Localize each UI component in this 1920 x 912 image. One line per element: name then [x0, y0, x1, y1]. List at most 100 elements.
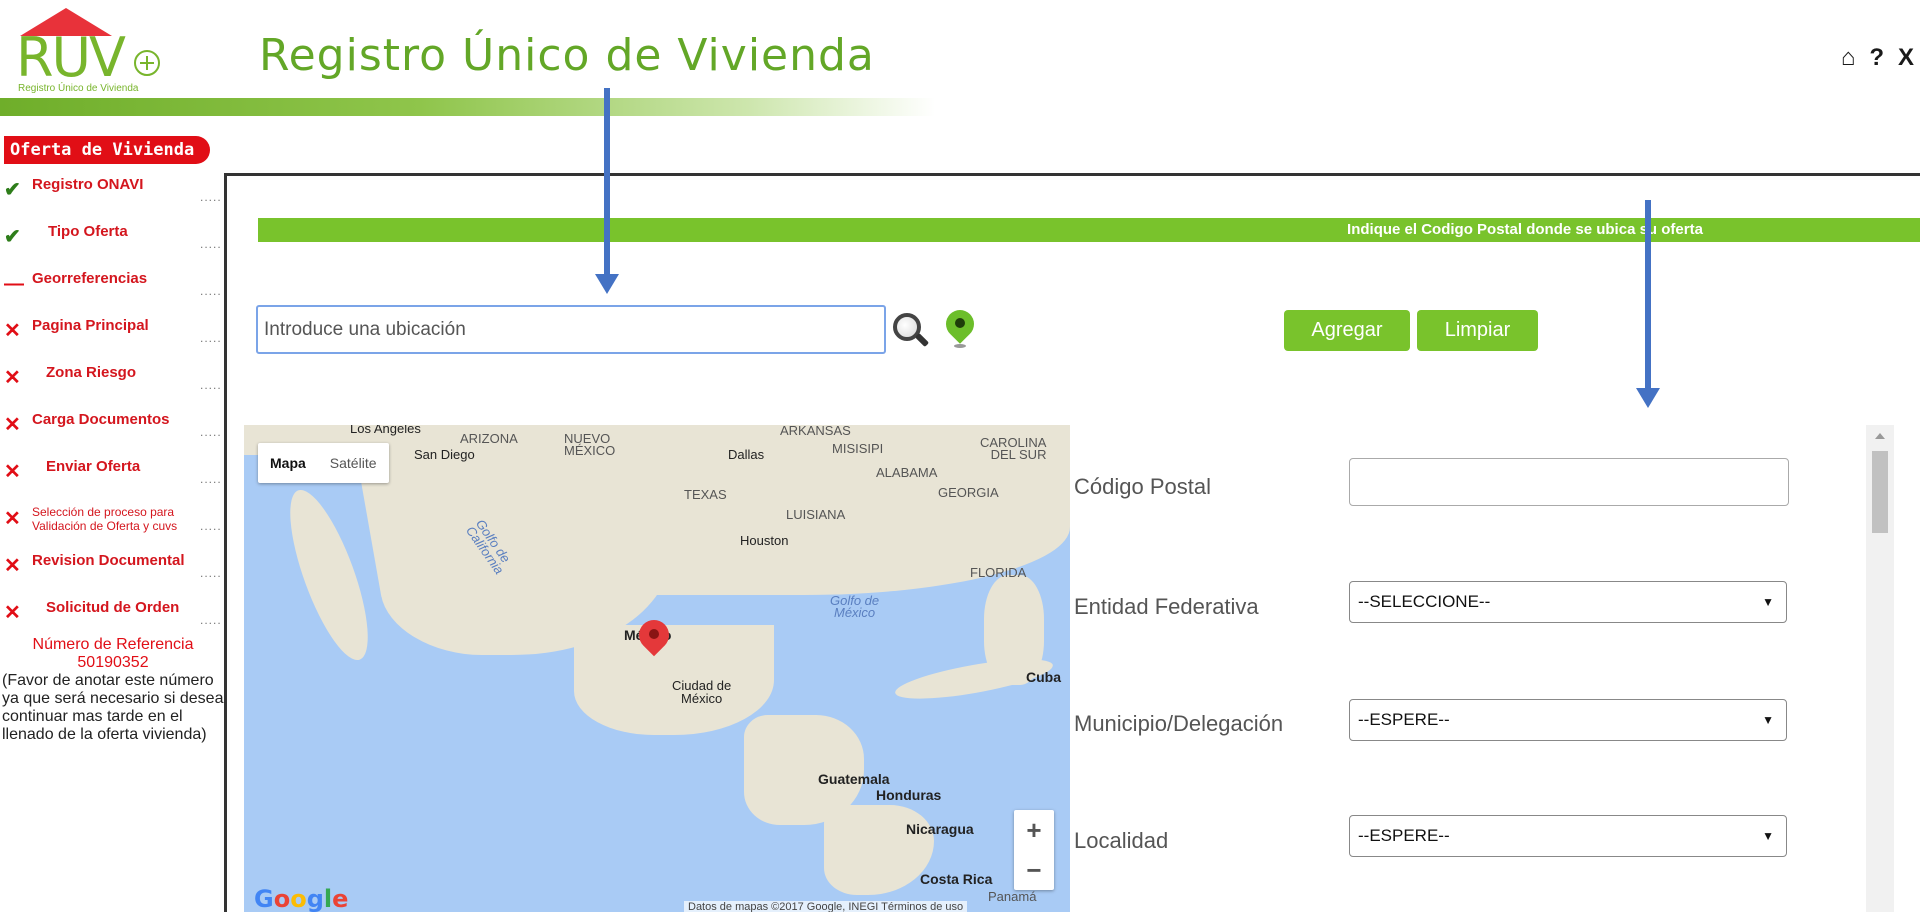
sidebar-item-label[interactable]: Solicitud de Orden — [46, 599, 179, 616]
vertical-scrollbar[interactable] — [1866, 425, 1894, 912]
sidebar-item-zona-riesgo[interactable]: ✕ Zona Riesgo ..... — [4, 364, 224, 411]
plus-circle-icon — [134, 50, 160, 76]
map-label: NUEVO MÉXICO — [564, 431, 616, 458]
map-label: MISISIPI — [832, 441, 884, 456]
map-label: Los Angeles — [350, 425, 421, 436]
sidebar-item-carga-documentos[interactable]: ✕ Carga Documentos ..... — [4, 411, 224, 458]
connector-dots: ..... — [200, 237, 222, 251]
municipio-label: Municipio/Delegación — [1074, 711, 1284, 736]
top-icons: ⌂ ? X — [1841, 44, 1914, 72]
entidad-select[interactable]: --SELECCIONE-- ▼ — [1349, 581, 1787, 623]
annotation-arrow — [595, 88, 619, 294]
sidebar-item-label[interactable]: Georreferencias — [32, 270, 147, 287]
search-icon[interactable] — [893, 313, 930, 349]
sidebar-item-label[interactable]: Revision Documental — [32, 552, 185, 569]
reference-info: Número de Referencia 50190352 (Favor de … — [2, 636, 224, 744]
x-icon: ✕ — [4, 414, 21, 436]
map-label: Panamá — [988, 889, 1037, 904]
map-label: Golfo de México — [830, 593, 880, 620]
page-title: Registro Único de Vivienda — [259, 30, 875, 81]
sidebar-item-georreferencias[interactable]: — Georreferencias ..... — [4, 270, 224, 317]
dash-icon: — — [4, 273, 24, 295]
sidebar-item-pagina-principal[interactable]: ✕ Pagina Principal ..... — [4, 317, 224, 364]
instruction-banner: Indique el Codigo Postal donde se ubica … — [258, 218, 1920, 242]
sidebar-item-label[interactable]: Tipo Oferta — [48, 223, 128, 240]
location-search-input[interactable] — [256, 305, 886, 354]
map-attribution[interactable]: Datos de mapas ©2017 Google, INEGI Térmi… — [684, 901, 968, 912]
sidebar-item-label[interactable]: Enviar Oferta — [46, 458, 140, 475]
reference-note: (Favor de anotar este número ya que será… — [2, 672, 224, 743]
annotation-arrow — [1636, 200, 1660, 408]
sidebar-steps: ✔ Registro ONAVI ..... ✔ Tipo Oferta ...… — [4, 176, 224, 646]
location-pin-icon[interactable] — [940, 304, 980, 350]
map-label: Ciudad de México — [672, 678, 732, 706]
localidad-value: --ESPERE-- — [1358, 826, 1450, 845]
x-icon: ✕ — [4, 555, 21, 577]
x-icon: ✕ — [4, 320, 21, 342]
sidebar-item-label[interactable]: Carga Documentos — [32, 411, 170, 428]
map-label: Honduras — [876, 787, 942, 803]
connector-dots: ..... — [200, 190, 222, 204]
sidebar-item-seleccion-proceso[interactable]: ✕ Selección de proceso para Validación d… — [4, 505, 224, 552]
sidebar-item-label[interactable]: Registro ONAVI — [32, 176, 143, 193]
map-type-mapa[interactable]: Mapa — [258, 443, 318, 483]
ruv-logo: RUV Registro Único de Vivienda — [14, 8, 164, 94]
map-label: Dallas — [728, 447, 765, 462]
codigo-postal-input[interactable] — [1349, 458, 1789, 506]
zoom-in-button[interactable]: + — [1014, 810, 1054, 850]
map-label: ALABAMA — [876, 465, 938, 480]
map-label: Houston — [740, 533, 789, 548]
map-label: Nicaragua — [906, 821, 974, 837]
sidebar-item-label[interactable]: Selección de proceso para Validación de … — [32, 505, 182, 533]
scroll-thumb[interactable] — [1872, 451, 1888, 533]
zoom-out-button[interactable]: − — [1014, 850, 1054, 890]
limpiar-button[interactable]: Limpiar — [1417, 310, 1538, 351]
municipio-select[interactable]: --ESPERE-- ▼ — [1349, 699, 1787, 741]
sidebar-item-registro-onavi[interactable]: ✔ Registro ONAVI ..... — [4, 176, 224, 223]
map-marker-icon[interactable] — [632, 613, 676, 664]
close-icon[interactable]: X — [1898, 44, 1914, 72]
map-label: Costa Rica — [920, 871, 993, 887]
map-label: FLORIDA — [970, 565, 1027, 580]
google-map[interactable]: Mapa Satélite Los Angeles San Diego ARIZ… — [244, 425, 1070, 912]
entidad-label: Entidad Federativa — [1074, 594, 1259, 619]
localidad-select[interactable]: --ESPERE-- ▼ — [1349, 815, 1787, 857]
connector-dots: ..... — [200, 613, 222, 627]
sidebar-item-label[interactable]: Zona Riesgo — [46, 364, 136, 381]
map-label: Cuba — [1026, 669, 1061, 685]
land-central-america-south — [824, 805, 934, 895]
connector-dots: ..... — [200, 472, 222, 486]
agregar-button[interactable]: Agregar — [1284, 310, 1410, 351]
dropdown-arrow-icon: ▼ — [1762, 595, 1774, 609]
x-icon: ✕ — [4, 367, 21, 389]
home-icon[interactable]: ⌂ — [1841, 44, 1856, 72]
map-label: Guatemala — [818, 771, 890, 787]
connector-dots: ..... — [200, 425, 222, 439]
map-label: CAROLINA DEL SUR — [980, 435, 1047, 462]
map-label: GEORGIA — [938, 485, 999, 500]
map-label: LUISIANA — [786, 507, 846, 522]
reference-label: Número de Referencia — [32, 636, 194, 653]
entidad-value: --SELECCIONE-- — [1358, 592, 1491, 611]
scroll-up-icon[interactable] — [1875, 433, 1885, 439]
map-label: ARIZONA — [460, 431, 518, 446]
localidad-label: Localidad — [1074, 828, 1169, 853]
sidebar-item-revision-documental[interactable]: ✕ Revision Documental ..... — [4, 552, 224, 599]
map-type-control[interactable]: Mapa Satélite — [258, 443, 389, 483]
check-icon: ✔ — [4, 179, 21, 201]
sidebar-item-label[interactable]: Pagina Principal — [32, 317, 149, 334]
map-label: TEXAS — [684, 487, 727, 502]
reference-number: 50190352 — [77, 654, 149, 671]
sidebar-item-tipo-oferta[interactable]: ✔ Tipo Oferta ..... — [4, 223, 224, 270]
connector-dots: ..... — [200, 378, 222, 392]
google-logo: Google — [254, 885, 349, 912]
help-icon[interactable]: ? — [1869, 44, 1884, 72]
check-icon: ✔ — [4, 226, 21, 248]
map-type-satelite[interactable]: Satélite — [318, 443, 389, 483]
codigo-postal-label: Código Postal — [1074, 474, 1211, 499]
dropdown-arrow-icon: ▼ — [1762, 713, 1774, 727]
x-icon: ✕ — [4, 602, 21, 624]
connector-dots: ..... — [200, 566, 222, 580]
map-label: ARKANSAS — [780, 425, 851, 438]
sidebar-item-enviar-oferta[interactable]: ✕ Enviar Oferta ..... — [4, 458, 224, 505]
